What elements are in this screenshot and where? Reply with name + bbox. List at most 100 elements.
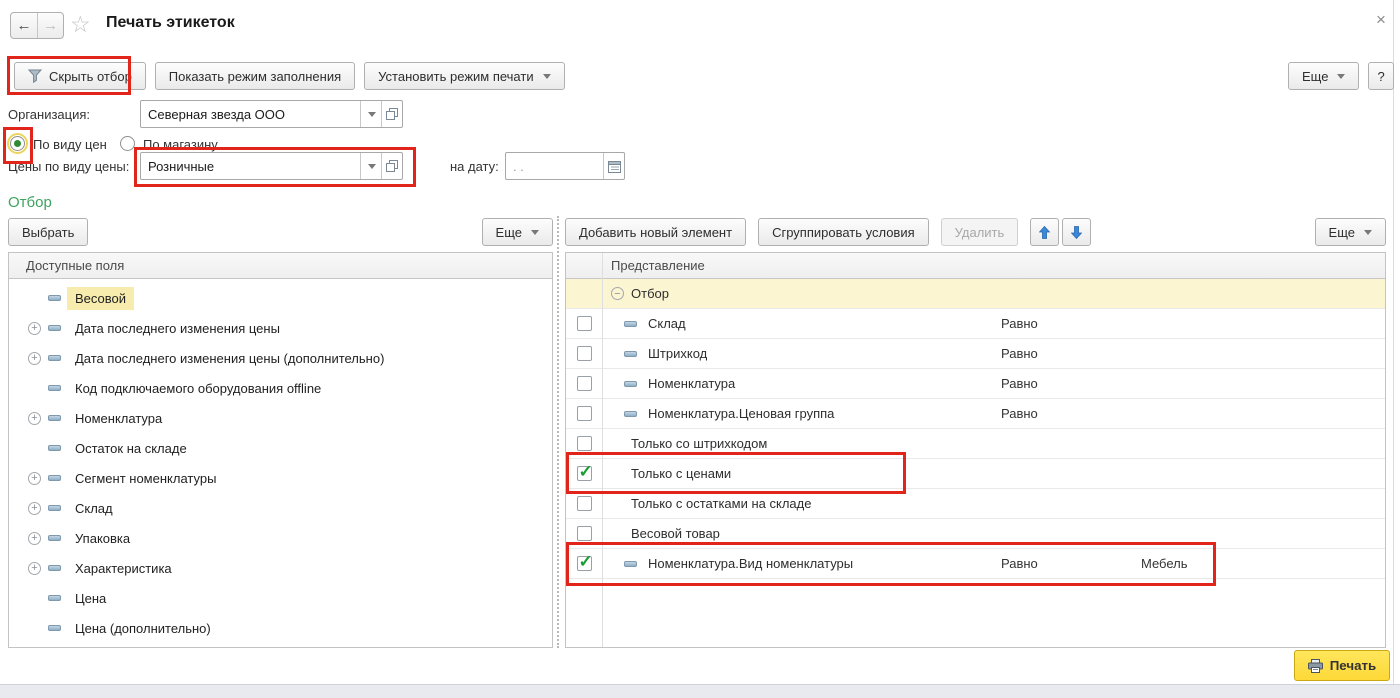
delete-label: Удалить bbox=[955, 225, 1005, 240]
available-field-row[interactable]: Весовой bbox=[9, 283, 552, 313]
delete-button[interactable]: Удалить bbox=[941, 218, 1019, 246]
available-field-row[interactable]: Цена bbox=[9, 583, 552, 613]
representation-cell: Номенклатура.Ценовая группа bbox=[602, 406, 1001, 421]
available-field-row[interactable]: + Сегмент номенклатуры bbox=[9, 463, 552, 493]
expand-icon[interactable]: + bbox=[28, 352, 41, 365]
printer-icon bbox=[1308, 659, 1323, 673]
radio-by-price-type[interactable] bbox=[10, 136, 25, 151]
available-field-row[interactable]: Код подключаемого оборудования offline bbox=[9, 373, 552, 403]
collapse-icon[interactable]: − bbox=[611, 287, 624, 300]
hide-filter-button[interactable]: Скрыть отбор bbox=[14, 62, 146, 90]
available-field-row[interactable]: +Характеристика bbox=[9, 553, 552, 583]
chevron-down-icon bbox=[1337, 74, 1345, 79]
row-checkbox[interactable] bbox=[577, 376, 592, 391]
available-field-row[interactable]: Остаток на складе bbox=[9, 433, 552, 463]
representation-cell: Склад bbox=[602, 316, 1001, 331]
available-field-row[interactable]: + Склад bbox=[9, 493, 552, 523]
more-button-top[interactable]: Еще bbox=[1288, 62, 1359, 90]
chevron-down-icon bbox=[368, 164, 376, 169]
add-element-button[interactable]: Добавить новый элемент bbox=[565, 218, 746, 246]
calendar-button[interactable] bbox=[603, 153, 624, 179]
panel-splitter[interactable] bbox=[557, 216, 559, 648]
set-print-mode-button[interactable]: Установить режим печати bbox=[364, 62, 564, 90]
forward-button[interactable]: → bbox=[37, 13, 63, 38]
back-button[interactable]: ← bbox=[11, 13, 37, 38]
filter-row[interactable]: ШтрихкодРавно bbox=[566, 339, 1385, 369]
available-field-row[interactable]: +Номенклатура bbox=[9, 403, 552, 433]
filter-row[interactable]: Номенклатура.Ценовая группаРавно bbox=[566, 399, 1385, 429]
row-checkbox[interactable] bbox=[577, 436, 592, 451]
dropdown-button[interactable] bbox=[360, 101, 381, 127]
available-fields-header: Доступные поля bbox=[9, 253, 552, 279]
expand-icon[interactable]: + bbox=[28, 562, 41, 575]
select-label: Выбрать bbox=[22, 225, 74, 240]
price-type-field[interactable]: Розничные bbox=[140, 152, 403, 180]
more-button-right-panel[interactable]: Еще bbox=[1315, 218, 1386, 246]
available-fields-panel: Доступные поля Весовой+Дата последнего и… bbox=[8, 252, 553, 648]
available-field-row[interactable]: Цена (дополнительно) bbox=[9, 613, 552, 643]
expand-icon[interactable]: + bbox=[28, 502, 41, 515]
more-label: Еще bbox=[1302, 69, 1328, 84]
available-field-label: Склад bbox=[75, 501, 113, 516]
chevron-down-icon bbox=[543, 74, 551, 79]
help-icon: ? bbox=[1377, 69, 1384, 84]
expand-icon[interactable]: + bbox=[28, 472, 41, 485]
move-down-button[interactable] bbox=[1062, 218, 1091, 246]
row-checkbox[interactable] bbox=[577, 406, 592, 421]
close-icon[interactable]: × bbox=[1376, 10, 1386, 30]
available-field-label: Весовой bbox=[67, 287, 134, 310]
available-field-row[interactable]: + Дата последнего изменения цены bbox=[9, 313, 552, 343]
attribute-icon bbox=[48, 325, 61, 331]
checkbox-cell bbox=[566, 406, 602, 421]
expand-icon[interactable]: + bbox=[28, 532, 41, 545]
row-checkbox-checked[interactable] bbox=[577, 466, 592, 481]
open-button[interactable] bbox=[381, 101, 402, 127]
dropdown-button[interactable] bbox=[360, 153, 381, 179]
filter-group-row[interactable]: − Отбор bbox=[566, 279, 1385, 309]
organization-field[interactable]: Северная звезда ООО bbox=[140, 100, 403, 128]
filter-row-value: Мебель bbox=[1141, 556, 1385, 571]
expand-icon[interactable]: + bbox=[28, 412, 41, 425]
left-panel-toolbar: Выбрать Еще bbox=[8, 218, 553, 246]
show-fill-mode-label: Показать режим заполнения bbox=[169, 69, 341, 84]
available-field-row[interactable]: +Дата последнего изменения цены (дополни… bbox=[9, 343, 552, 373]
date-field[interactable]: . . bbox=[505, 152, 625, 180]
print-button[interactable]: Печать bbox=[1294, 650, 1390, 681]
available-field-label: Сегмент номенклатуры bbox=[75, 471, 216, 486]
help-button[interactable]: ? bbox=[1368, 62, 1393, 90]
filter-row-label: Только с остатками на складе bbox=[631, 496, 811, 511]
row-checkbox[interactable] bbox=[577, 496, 592, 511]
move-up-button[interactable] bbox=[1030, 218, 1059, 246]
row-checkbox-checked[interactable] bbox=[577, 556, 592, 571]
favorite-star-icon[interactable]: ☆ bbox=[70, 12, 91, 37]
more-button-left-panel[interactable]: Еще bbox=[482, 218, 553, 246]
available-field-label: Дата последнего изменения цены bbox=[75, 321, 280, 336]
radio-by-store[interactable] bbox=[120, 136, 135, 151]
expand-icon[interactable]: + bbox=[28, 322, 41, 335]
filter-row[interactable]: НоменклатураРавно bbox=[566, 369, 1385, 399]
filter-row[interactable]: Только с ценами bbox=[566, 459, 1385, 489]
filter-row[interactable]: Номенклатура.Вид номенклатурыРавноМебель bbox=[566, 549, 1385, 579]
funnel-icon bbox=[28, 69, 42, 83]
filter-row[interactable]: Весовой товар bbox=[566, 519, 1385, 549]
checkbox-cell bbox=[566, 346, 602, 361]
select-button[interactable]: Выбрать bbox=[8, 218, 88, 246]
date-value: . . bbox=[506, 153, 603, 179]
show-fill-mode-button[interactable]: Показать режим заполнения bbox=[155, 62, 355, 90]
group-conditions-button[interactable]: Сгруппировать условия bbox=[758, 218, 929, 246]
radio-by-price-type-label[interactable]: По виду цен bbox=[33, 136, 107, 152]
filter-row[interactable]: СкладРавно bbox=[566, 309, 1385, 339]
checkbox-cell bbox=[566, 466, 602, 481]
attribute-icon bbox=[624, 411, 637, 417]
arrow-left-icon: ← bbox=[17, 17, 32, 34]
row-checkbox[interactable] bbox=[577, 346, 592, 361]
open-button[interactable] bbox=[381, 153, 402, 179]
checkbox-cell bbox=[566, 526, 602, 541]
filter-row[interactable]: Только со штрихкодом bbox=[566, 429, 1385, 459]
row-checkbox[interactable] bbox=[577, 316, 592, 331]
available-field-row[interactable]: +Упаковка bbox=[9, 523, 552, 553]
arrow-up-icon bbox=[1039, 226, 1050, 239]
filter-row[interactable]: Только с остатками на складе bbox=[566, 489, 1385, 519]
row-checkbox[interactable] bbox=[577, 526, 592, 541]
radio-by-store-label[interactable]: По магазину bbox=[143, 136, 218, 152]
